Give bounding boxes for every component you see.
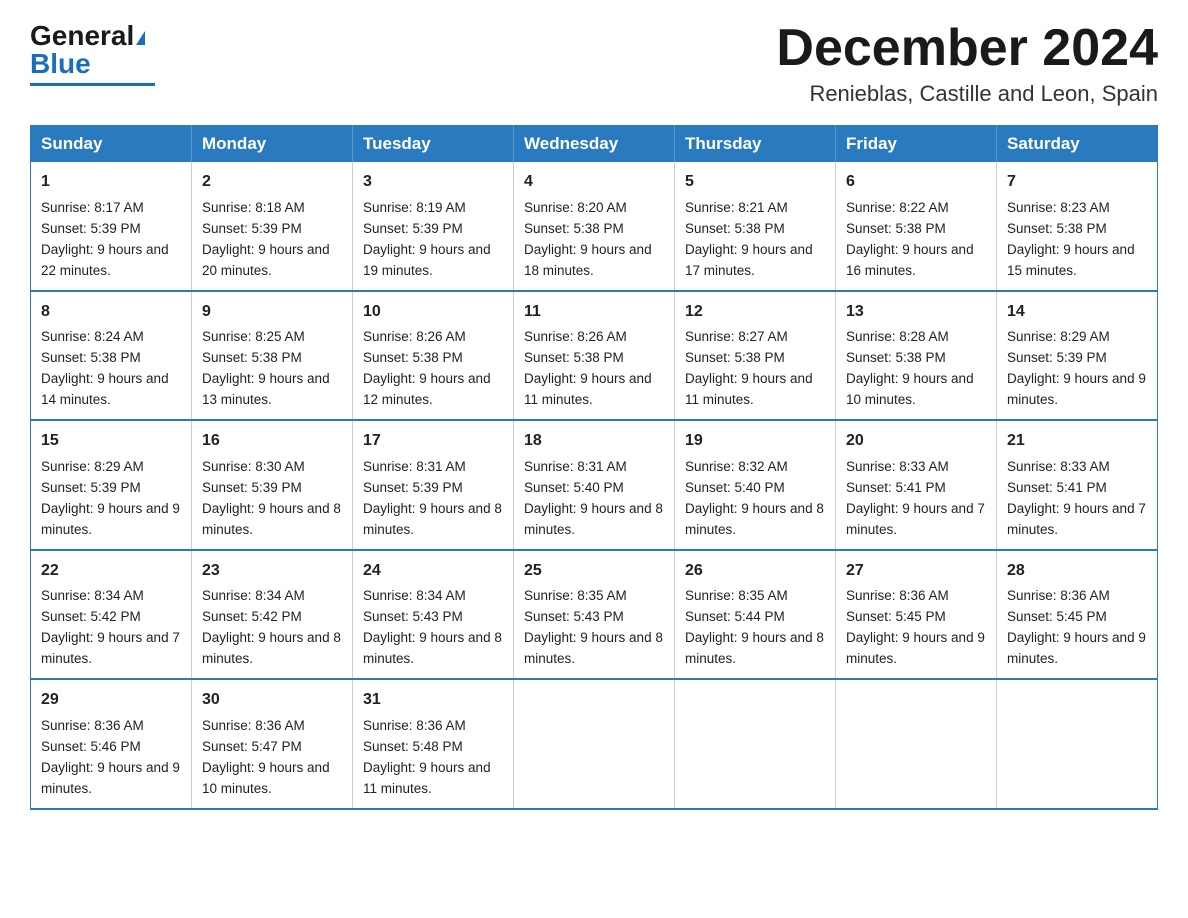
calendar-cell: 1Sunrise: 8:17 AMSunset: 5:39 PMDaylight…	[31, 162, 192, 290]
calendar-cell: 28Sunrise: 8:36 AMSunset: 5:45 PMDayligh…	[997, 550, 1158, 679]
calendar-week-row: 15Sunrise: 8:29 AMSunset: 5:39 PMDayligh…	[31, 420, 1158, 549]
calendar-cell: 31Sunrise: 8:36 AMSunset: 5:48 PMDayligh…	[353, 679, 514, 808]
day-number: 30	[202, 688, 342, 713]
day-number: 11	[524, 300, 664, 325]
calendar-cell: 4Sunrise: 8:20 AMSunset: 5:38 PMDaylight…	[514, 162, 675, 290]
day-number: 20	[846, 429, 986, 454]
day-number: 22	[41, 559, 181, 584]
page-header: General Blue December 2024 Renieblas, Ca…	[30, 20, 1158, 107]
header-sunday: Sunday	[31, 126, 192, 163]
calendar-cell: 13Sunrise: 8:28 AMSunset: 5:38 PMDayligh…	[836, 291, 997, 420]
calendar-cell: 7Sunrise: 8:23 AMSunset: 5:38 PMDaylight…	[997, 162, 1158, 290]
day-number: 29	[41, 688, 181, 713]
calendar-cell: 23Sunrise: 8:34 AMSunset: 5:42 PMDayligh…	[192, 550, 353, 679]
calendar-cell: 5Sunrise: 8:21 AMSunset: 5:38 PMDaylight…	[675, 162, 836, 290]
day-number: 19	[685, 429, 825, 454]
calendar-cell: 18Sunrise: 8:31 AMSunset: 5:40 PMDayligh…	[514, 420, 675, 549]
day-number: 31	[363, 688, 503, 713]
header-monday: Monday	[192, 126, 353, 163]
calendar-cell: 9Sunrise: 8:25 AMSunset: 5:38 PMDaylight…	[192, 291, 353, 420]
day-number: 16	[202, 429, 342, 454]
day-number: 10	[363, 300, 503, 325]
day-number: 24	[363, 559, 503, 584]
day-number: 23	[202, 559, 342, 584]
location-title: Renieblas, Castille and Leon, Spain	[776, 81, 1158, 107]
day-number: 18	[524, 429, 664, 454]
day-number: 15	[41, 429, 181, 454]
day-number: 25	[524, 559, 664, 584]
calendar-cell: 20Sunrise: 8:33 AMSunset: 5:41 PMDayligh…	[836, 420, 997, 549]
day-number: 13	[846, 300, 986, 325]
calendar-cell	[836, 679, 997, 808]
header-tuesday: Tuesday	[353, 126, 514, 163]
calendar-cell: 8Sunrise: 8:24 AMSunset: 5:38 PMDaylight…	[31, 291, 192, 420]
day-number: 3	[363, 170, 503, 195]
day-number: 4	[524, 170, 664, 195]
calendar-cell: 30Sunrise: 8:36 AMSunset: 5:47 PMDayligh…	[192, 679, 353, 808]
calendar-cell	[997, 679, 1158, 808]
calendar-week-row: 8Sunrise: 8:24 AMSunset: 5:38 PMDaylight…	[31, 291, 1158, 420]
calendar-cell: 24Sunrise: 8:34 AMSunset: 5:43 PMDayligh…	[353, 550, 514, 679]
day-number: 17	[363, 429, 503, 454]
calendar-cell: 2Sunrise: 8:18 AMSunset: 5:39 PMDaylight…	[192, 162, 353, 290]
header-thursday: Thursday	[675, 126, 836, 163]
calendar-cell	[675, 679, 836, 808]
day-number: 9	[202, 300, 342, 325]
calendar-cell: 3Sunrise: 8:19 AMSunset: 5:39 PMDaylight…	[353, 162, 514, 290]
day-number: 8	[41, 300, 181, 325]
day-number: 14	[1007, 300, 1147, 325]
logo-triangle-icon	[136, 31, 145, 45]
day-number: 26	[685, 559, 825, 584]
calendar-cell: 29Sunrise: 8:36 AMSunset: 5:46 PMDayligh…	[31, 679, 192, 808]
calendar-week-row: 22Sunrise: 8:34 AMSunset: 5:42 PMDayligh…	[31, 550, 1158, 679]
calendar-week-row: 1Sunrise: 8:17 AMSunset: 5:39 PMDaylight…	[31, 162, 1158, 290]
header-saturday: Saturday	[997, 126, 1158, 163]
logo-underline	[30, 83, 155, 86]
day-number: 12	[685, 300, 825, 325]
title-block: December 2024 Renieblas, Castille and Le…	[776, 20, 1158, 107]
calendar-cell: 10Sunrise: 8:26 AMSunset: 5:38 PMDayligh…	[353, 291, 514, 420]
day-number: 21	[1007, 429, 1147, 454]
day-number: 6	[846, 170, 986, 195]
calendar-cell: 15Sunrise: 8:29 AMSunset: 5:39 PMDayligh…	[31, 420, 192, 549]
calendar-cell: 26Sunrise: 8:35 AMSunset: 5:44 PMDayligh…	[675, 550, 836, 679]
calendar-cell: 21Sunrise: 8:33 AMSunset: 5:41 PMDayligh…	[997, 420, 1158, 549]
calendar-cell: 17Sunrise: 8:31 AMSunset: 5:39 PMDayligh…	[353, 420, 514, 549]
calendar-cell: 27Sunrise: 8:36 AMSunset: 5:45 PMDayligh…	[836, 550, 997, 679]
month-title: December 2024	[776, 20, 1158, 77]
calendar-cell: 19Sunrise: 8:32 AMSunset: 5:40 PMDayligh…	[675, 420, 836, 549]
calendar-cell	[514, 679, 675, 808]
weekday-header-row: Sunday Monday Tuesday Wednesday Thursday…	[31, 126, 1158, 163]
logo-blue-text: Blue	[30, 48, 91, 80]
header-friday: Friday	[836, 126, 997, 163]
header-wednesday: Wednesday	[514, 126, 675, 163]
calendar-cell: 16Sunrise: 8:30 AMSunset: 5:39 PMDayligh…	[192, 420, 353, 549]
calendar-table: Sunday Monday Tuesday Wednesday Thursday…	[30, 125, 1158, 809]
day-number: 7	[1007, 170, 1147, 195]
day-number: 28	[1007, 559, 1147, 584]
day-number: 27	[846, 559, 986, 584]
day-number: 2	[202, 170, 342, 195]
calendar-cell: 22Sunrise: 8:34 AMSunset: 5:42 PMDayligh…	[31, 550, 192, 679]
calendar-cell: 25Sunrise: 8:35 AMSunset: 5:43 PMDayligh…	[514, 550, 675, 679]
day-number: 5	[685, 170, 825, 195]
calendar-cell: 6Sunrise: 8:22 AMSunset: 5:38 PMDaylight…	[836, 162, 997, 290]
logo: General Blue	[30, 20, 155, 86]
calendar-cell: 12Sunrise: 8:27 AMSunset: 5:38 PMDayligh…	[675, 291, 836, 420]
calendar-week-row: 29Sunrise: 8:36 AMSunset: 5:46 PMDayligh…	[31, 679, 1158, 808]
calendar-cell: 11Sunrise: 8:26 AMSunset: 5:38 PMDayligh…	[514, 291, 675, 420]
day-number: 1	[41, 170, 181, 195]
calendar-cell: 14Sunrise: 8:29 AMSunset: 5:39 PMDayligh…	[997, 291, 1158, 420]
